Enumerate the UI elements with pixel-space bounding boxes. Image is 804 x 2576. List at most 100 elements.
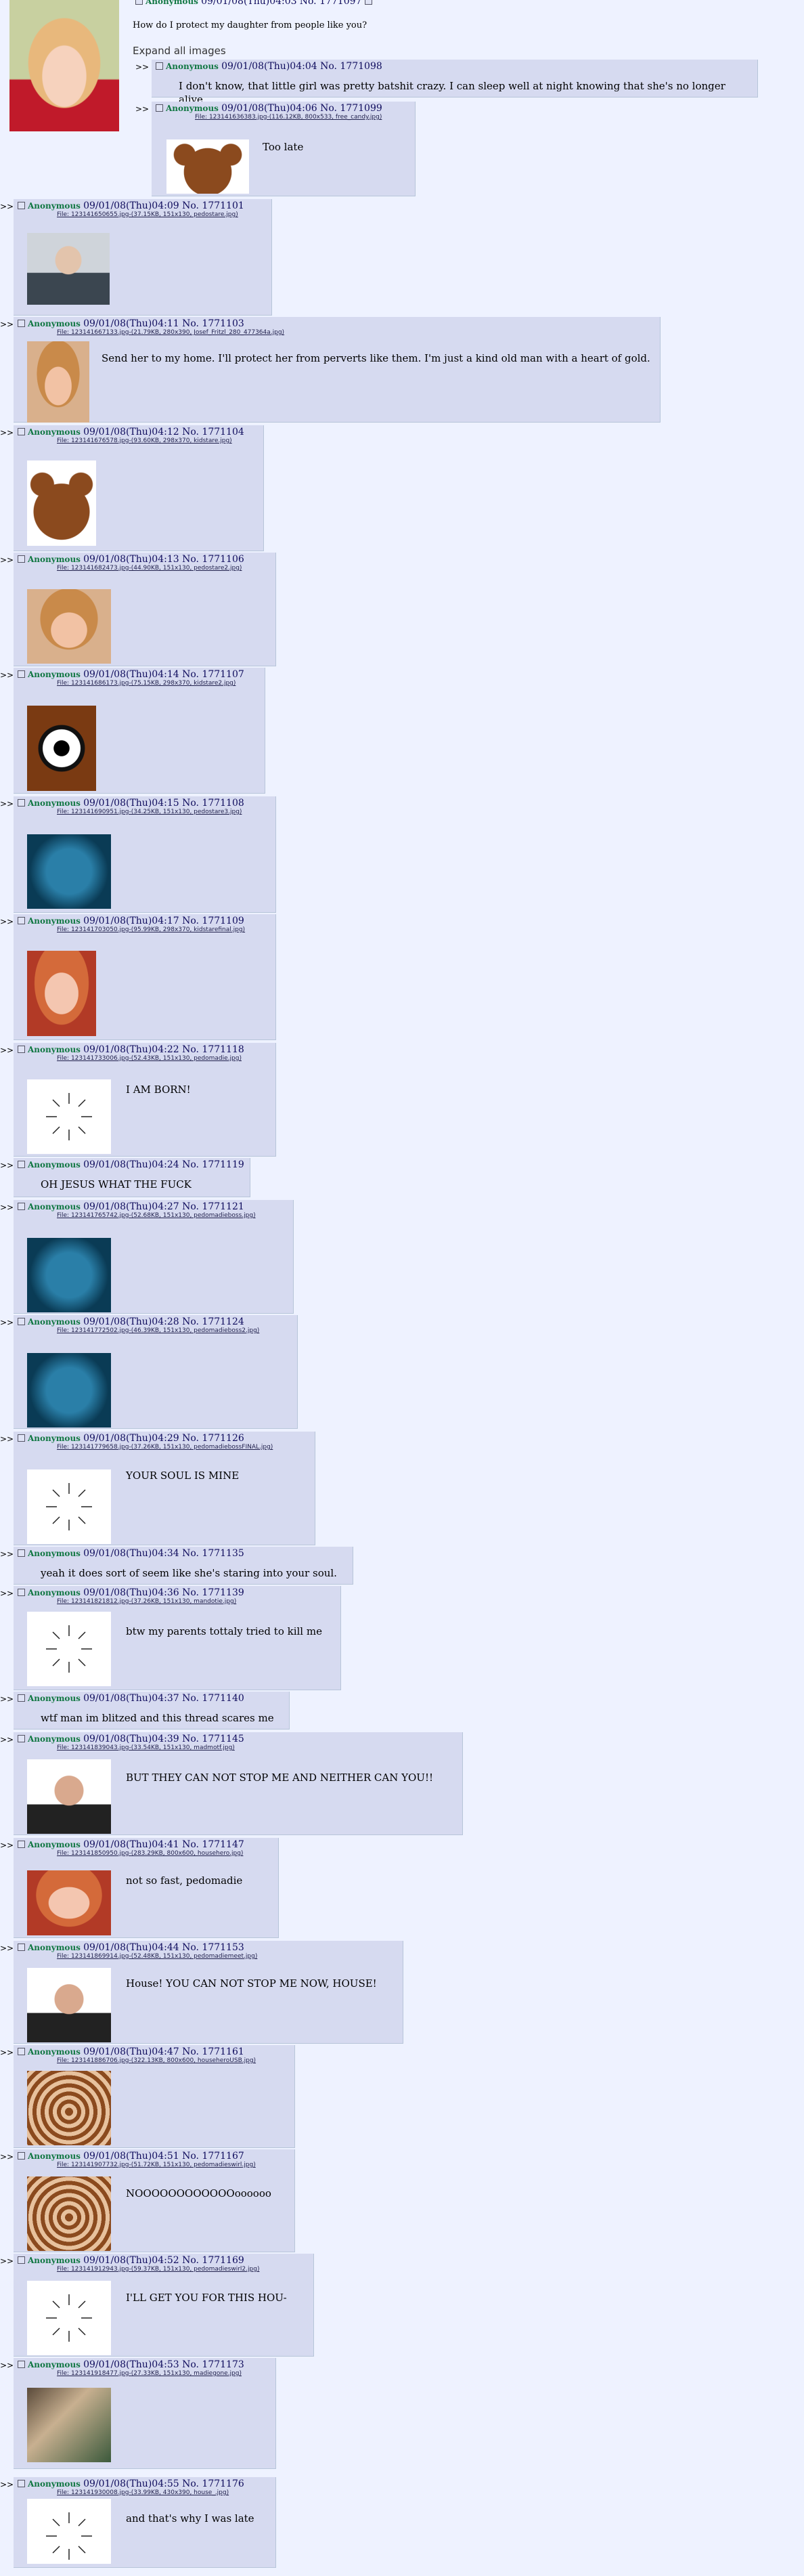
post-thumbnail[interactable] — [27, 460, 96, 546]
op-thumbnail[interactable] — [9, 0, 119, 131]
post-number[interactable]: No. 1771161 — [182, 2046, 244, 2057]
post-number[interactable]: No. 1771153 — [182, 1942, 244, 1953]
post-checkbox[interactable] — [18, 917, 25, 924]
post-number[interactable]: No. 1771173 — [182, 2359, 244, 2370]
file-link[interactable]: File: 123141686173.jpg-(75.15KB, 298x370… — [57, 680, 261, 687]
post-number[interactable]: No. 1771167 — [182, 2151, 244, 2162]
file-link[interactable]: File: 123141918477.jpg-(27.33KB, 151x130… — [57, 2370, 271, 2377]
post-thumbnail[interactable] — [27, 2499, 111, 2564]
file-link[interactable]: File: 123141930008.jpg-(33.99KB, 430x390… — [57, 2489, 271, 2496]
post-number[interactable]: No. 1771147 — [182, 1839, 244, 1850]
post-number[interactable]: No. 1771119 — [182, 1159, 244, 1170]
post-thumbnail[interactable] — [27, 951, 96, 1036]
post-thumbnail[interactable] — [27, 2388, 111, 2462]
post-checkbox[interactable] — [18, 555, 25, 563]
post-thumbnail[interactable] — [27, 589, 111, 664]
post-number[interactable]: No. 1771101 — [182, 200, 244, 211]
file-link[interactable]: File: 123141765742.jpg-(52.68KB, 151x130… — [57, 1212, 289, 1219]
post-thumbnail[interactable] — [27, 1870, 111, 1935]
post-number[interactable]: No. 1771103 — [182, 318, 244, 329]
post-thumbnail[interactable] — [166, 139, 249, 194]
post-number[interactable]: No. 1771104 — [182, 427, 244, 437]
post-thumbnail[interactable] — [27, 1759, 111, 1834]
post-number[interactable]: No. 1771106 — [182, 554, 244, 565]
post-thumbnail[interactable] — [27, 834, 111, 909]
post-checkbox[interactable] — [18, 670, 25, 678]
post-checkbox[interactable] — [18, 1434, 25, 1442]
post-thumbnail[interactable] — [27, 2071, 111, 2145]
post-number[interactable]: No. 1771108 — [182, 798, 244, 809]
post-number[interactable]: No. 1771176 — [182, 2478, 244, 2489]
post-number[interactable]: No. 1771121 — [182, 1201, 244, 1212]
post-checkbox[interactable] — [18, 1694, 25, 1702]
post-number[interactable]: No. 1771169 — [182, 2255, 244, 2266]
file-link[interactable]: File: 123141779658.jpg-(37.26KB, 151x130… — [57, 1444, 311, 1451]
post-checkbox[interactable] — [18, 202, 25, 209]
file-link[interactable]: File: 123141650655.jpg-(37.15KB, 151x130… — [57, 211, 267, 218]
post-thumbnail[interactable] — [27, 1238, 111, 1312]
file-link[interactable]: File: 123141886706.jpg-(322.13KB, 800x60… — [57, 2057, 290, 2064]
file-link[interactable]: File: 123141703050.jpg-(95.99KB, 298x370… — [57, 926, 271, 933]
post-checkbox[interactable] — [18, 2256, 25, 2264]
post-checkbox[interactable] — [156, 104, 163, 112]
post-thumbnail[interactable] — [27, 2281, 111, 2355]
post-number[interactable]: No. 1771098 — [320, 61, 382, 72]
post-thumbnail[interactable] — [27, 1079, 111, 1154]
file-link[interactable]: File: 123141676578.jpg-(93.60KB, 298x370… — [57, 437, 259, 444]
post-number[interactable]: No. 1771135 — [182, 1548, 244, 1559]
post-checkbox[interactable] — [18, 1841, 25, 1848]
post-number[interactable]: No. 1771118 — [182, 1044, 244, 1055]
post-checkbox[interactable] — [18, 2480, 25, 2487]
expand-all-images-link[interactable]: Expand all images — [133, 45, 226, 57]
op-checkbox[interactable] — [135, 0, 143, 5]
reply-arrow: >> — [0, 2152, 14, 2162]
file-link[interactable]: File: 123141869914.jpg-(52.48KB, 151x130… — [57, 1953, 399, 1960]
file-link[interactable]: File: 123141690951.jpg-(34.25KB, 151x130… — [57, 809, 271, 815]
post-checkbox[interactable] — [18, 1203, 25, 1210]
post-number[interactable]: No. 1771126 — [182, 1433, 244, 1444]
post-checkbox[interactable] — [18, 428, 25, 435]
file-link[interactable]: File: 123141682473.jpg-(44.90KB, 151x130… — [57, 565, 271, 572]
post-checkbox[interactable] — [18, 1046, 25, 1053]
post-checkbox[interactable] — [18, 2152, 25, 2160]
post-thumbnail[interactable] — [27, 1469, 111, 1544]
post-number[interactable]: No. 1771140 — [182, 1693, 244, 1704]
post-checkbox[interactable] — [18, 2048, 25, 2055]
post-thumbnail[interactable] — [27, 706, 96, 791]
post-number[interactable]: No. 1771124 — [182, 1316, 244, 1327]
post-checkbox[interactable] — [18, 320, 25, 327]
file-link[interactable]: File: 123141667133.jpg-(21.79KB, 280x390… — [57, 329, 656, 336]
file-link[interactable]: File: 123141850950.jpg-(283.29KB, 800x60… — [57, 1850, 274, 1857]
post-checkbox[interactable] — [18, 1589, 25, 1596]
post-number[interactable]: No. 1771145 — [182, 1734, 244, 1744]
post-thumbnail[interactable] — [27, 2176, 111, 2251]
post-thumbnail[interactable] — [27, 1968, 111, 2042]
op-number[interactable]: No. 1771097 — [300, 0, 362, 7]
file-link[interactable]: File: 123141839043.jpg-(33.54KB, 151x130… — [57, 1744, 458, 1751]
post-message: btw my parents tottaly tried to kill me — [126, 1625, 322, 1637]
post-number[interactable]: No. 1771099 — [320, 103, 382, 114]
post-checkbox[interactable] — [18, 1161, 25, 1168]
post-number[interactable]: No. 1771107 — [182, 669, 244, 680]
post-checkbox[interactable] — [18, 1735, 25, 1742]
file-link[interactable]: File: 123141733006.jpg-(52.43KB, 151x130… — [57, 1055, 271, 1062]
post-checkbox[interactable] — [18, 1944, 25, 1951]
file-link[interactable]: File: 123141821812.jpg-(37.26KB, 151x130… — [57, 1598, 336, 1605]
post-checkbox[interactable] — [18, 2361, 25, 2368]
post-checkbox[interactable] — [18, 1318, 25, 1325]
post-checkbox[interactable] — [156, 62, 163, 70]
post-thumbnail[interactable] — [27, 1353, 111, 1427]
file-link[interactable]: File: 123141907732.jpg-(51.72KB, 151x130… — [57, 2162, 290, 2168]
post-checkbox[interactable] — [18, 799, 25, 807]
post-number[interactable]: No. 1771139 — [182, 1587, 244, 1598]
file-link[interactable]: File: 123141912943.jpg-(59.37KB, 151x130… — [57, 2266, 309, 2273]
post-thumbnail[interactable] — [27, 341, 89, 423]
op-reply-icon[interactable] — [364, 0, 372, 5]
post-thumbnail[interactable] — [27, 233, 110, 305]
file-link[interactable]: File: 123141636383.jpg-(116.12KB, 800x53… — [195, 114, 411, 121]
post-checkbox[interactable] — [18, 1549, 25, 1557]
reply-arrow: >> — [0, 1203, 14, 1212]
post-thumbnail[interactable] — [27, 1612, 111, 1686]
post-number[interactable]: No. 1771109 — [182, 916, 244, 926]
file-link[interactable]: File: 123141772502.jpg-(46.39KB, 151x130… — [57, 1327, 293, 1334]
